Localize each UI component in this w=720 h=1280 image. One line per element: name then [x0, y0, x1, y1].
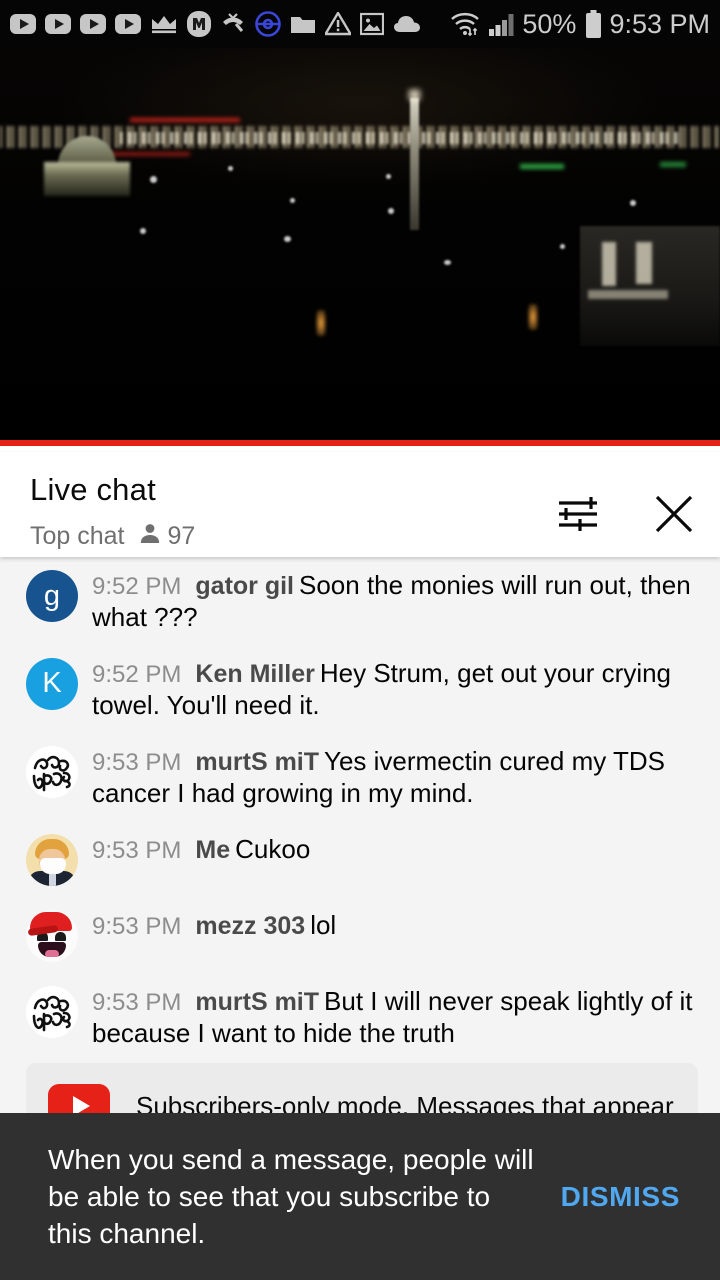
chat-message-body: 9:53 PM murtS miT Yes ivermectin cured my … — [92, 744, 696, 810]
message-text: Soon the monies will run out, then what … — [92, 570, 691, 633]
status-bar-system-icons: 50% 9:53 PM — [450, 9, 710, 40]
avatar[interactable] — [26, 909, 78, 962]
youtube-play-icon — [115, 14, 141, 34]
message-author[interactable]: Me — [195, 836, 230, 864]
page-title: Live chat — [30, 472, 156, 507]
image-icon — [360, 12, 384, 36]
message-author[interactable]: murtS miT — [195, 988, 319, 1016]
missed-call-icon — [220, 12, 246, 36]
chat-message-body: 9:53 PM murtS miT But I will never speak l… — [92, 984, 696, 1050]
green-light-streak — [520, 164, 564, 169]
youtube-play-icon — [10, 14, 36, 34]
chat-message-body: 9:52 PM Ken Miller Hey Strum, get out your… — [92, 656, 696, 722]
chat-message-body: 9:53 PM Me Cukoo — [92, 832, 696, 866]
chat-message[interactable]: K 9:52 PM Ken Miller Hey Strum, get out you… — [0, 645, 720, 733]
message-author[interactable]: mezz 303 — [195, 912, 305, 940]
city-lights-band-bright — [120, 132, 680, 144]
message-text: lol — [310, 909, 337, 940]
avatar[interactable] — [26, 985, 78, 1038]
live-chat-subheader: Top chat 97 — [30, 521, 552, 552]
message-author[interactable]: gator gil — [195, 572, 294, 600]
red-light-streak — [130, 118, 240, 122]
washington-monument — [410, 98, 419, 230]
live-chat-header: Live chat Top chat 97 — [0, 452, 720, 557]
viewer-count: 97 — [138, 521, 196, 552]
avatar-initial: g — [43, 579, 61, 612]
youtube-play-icon — [80, 14, 106, 34]
message-timestamp: 9:52 PM — [92, 573, 182, 600]
message-timestamp: 9:52 PM — [92, 660, 182, 688]
message-text: Cukoo — [235, 833, 311, 864]
green-light-streak — [660, 162, 686, 167]
warning-triangle-icon — [325, 12, 351, 36]
video-player[interactable] — [0, 48, 720, 446]
battery-icon — [585, 10, 602, 38]
chat-message[interactable]: 9:53 PM murtS miT Yes ivermectin cured my … — [0, 733, 720, 821]
window-light — [316, 310, 326, 336]
chat-message[interactable]: 9:53 PM Me Cukoo — [0, 821, 720, 897]
live-chat-header-titles: Live chat Top chat 97 — [30, 474, 552, 552]
snackbar: When you send a message, people will be … — [0, 1113, 720, 1280]
person-icon — [138, 521, 162, 552]
chat-message[interactable]: g 9:52 PM gator gil Soon the monies will ru… — [0, 557, 720, 645]
folder-icon — [290, 13, 316, 35]
phone-screen: 50% 9:53 PM Live chat Top chat 97 g 9:52… — [0, 0, 720, 1280]
message-timestamp: 9:53 PM — [92, 988, 182, 1016]
avatar-initial: K — [42, 667, 62, 700]
message-timestamp: 9:53 PM — [92, 836, 182, 864]
pokeball-icon — [255, 11, 281, 37]
live-chat-header-actions — [552, 474, 700, 540]
crown-icon — [150, 13, 178, 35]
avatar[interactable] — [26, 833, 78, 886]
youtube-play-icon — [45, 14, 71, 34]
monster-m-icon — [187, 11, 211, 37]
avatar[interactable]: g — [26, 570, 78, 622]
message-author[interactable]: murtS miT — [195, 748, 319, 776]
avatar[interactable]: K — [26, 657, 78, 710]
dismiss-button[interactable]: DISMISS — [557, 1173, 684, 1221]
cell-signal-icon — [489, 12, 515, 36]
tune-icon[interactable] — [552, 488, 604, 540]
avatar[interactable] — [26, 745, 78, 798]
cloud-icon — [393, 14, 421, 34]
window-light — [528, 304, 538, 330]
video-progress-bar[interactable] — [0, 440, 720, 446]
clock-label: 9:53 PM — [609, 8, 710, 39]
wifi-icon — [450, 11, 482, 37]
message-timestamp: 9:53 PM — [92, 748, 182, 776]
chat-message[interactable]: 9:53 PM murtS miT But I will never speak l… — [0, 973, 720, 1061]
message-text: But I will never speak lightly of it bec… — [92, 985, 693, 1049]
message-timestamp: 9:53 PM — [92, 912, 182, 940]
chat-mode-label[interactable]: Top chat — [30, 522, 125, 551]
battery-percent-label: 50% — [522, 8, 577, 39]
chat-message-body: 9:53 PM mezz 303 lol — [92, 908, 696, 942]
chat-message[interactable]: 9:53 PM mezz 303 lol — [0, 897, 720, 973]
message-author[interactable]: Ken Miller — [195, 660, 314, 688]
status-bar-notification-icons — [10, 11, 450, 37]
snackbar-message: When you send a message, people will be … — [48, 1143, 534, 1250]
jefferson-memorial — [40, 136, 134, 196]
close-icon[interactable] — [648, 488, 700, 540]
status-bar: 50% 9:53 PM — [0, 0, 720, 48]
live-chat-message-list[interactable]: g 9:52 PM gator gil Soon the monies will ru… — [0, 557, 720, 1148]
viewer-count-label: 97 — [167, 522, 196, 550]
chat-message-body: 9:52 PM gator gil Soon the monies will run… — [92, 568, 696, 634]
foreground-building — [580, 226, 720, 346]
